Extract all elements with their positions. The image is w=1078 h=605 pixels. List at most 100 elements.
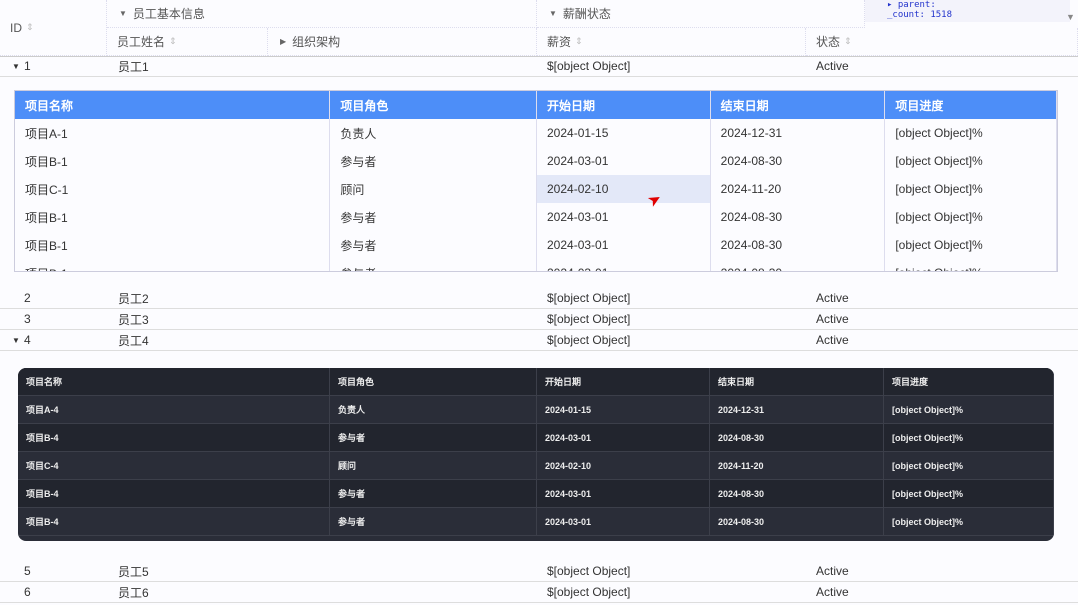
column-header[interactable]: 开始日期 — [537, 368, 710, 395]
row-id: 1 — [24, 59, 31, 73]
sub-table-row[interactable]: 项目B-4 参与者 2024-03-01 2024-08-30 [object Obje… — [18, 508, 1054, 536]
row-id: 4 — [24, 333, 31, 347]
column-header[interactable]: 结束日期 — [710, 368, 884, 395]
collapse-icon[interactable]: ▼ — [549, 9, 557, 18]
header-status[interactable]: 状态 ⇕ — [806, 28, 1078, 56]
cell: [object Object]% — [884, 424, 1054, 451]
row-status: Active — [816, 585, 849, 599]
cell: 2024-01-15 — [537, 396, 710, 423]
expand-icon[interactable]: ▶ — [280, 37, 286, 46]
row-salary: $[object Object] — [547, 291, 631, 305]
sub-table-row[interactable]: 项目C-4 顾问 2024-02-10 2024-11-20 [object Objec… — [18, 452, 1054, 480]
debug-line: _count: 1518 — [887, 10, 953, 20]
cell: 2024-08-30 — [710, 424, 884, 451]
collapse-icon[interactable]: ▼ — [119, 9, 127, 18]
table-row[interactable]: 2 员工2 $[object Object] Active — [0, 288, 1078, 309]
row-status: Active — [816, 333, 849, 347]
header-name[interactable]: 员工姓名 ⇕ — [107, 28, 268, 56]
sub-table-row[interactable]: 项目B-4 参与者 2024-03-01 2024-08-30 [object Obje… — [18, 424, 1054, 452]
group-basic-label: 员工基本信息 — [132, 7, 205, 21]
cell: 参与者 — [330, 508, 537, 535]
sort-icon[interactable]: ⇕ — [169, 36, 177, 47]
row-name: 员工5 — [118, 564, 149, 579]
cell: 2024-03-01 — [537, 508, 710, 535]
table-row[interactable]: 3 员工3 $[object Object] Active — [0, 309, 1078, 330]
column-header[interactable]: 项目进度 — [885, 91, 1057, 119]
sub-table-row[interactable]: 项目B-1参与者2024-03-012024-08-30[object Obje… — [15, 259, 1057, 271]
cell: 参与者 — [330, 259, 537, 271]
header-org[interactable]: ▶ 组织架构 — [268, 28, 537, 56]
cell: 2024-11-20 — [711, 175, 886, 203]
sort-icon[interactable]: ⇕ — [844, 36, 852, 47]
sub-table-row[interactable]: 项目B-1参与者2024-03-012024-08-30[object Obje… — [15, 147, 1057, 175]
header-org-label: 组织架构 — [292, 35, 341, 49]
cell: 2024-03-01 — [537, 480, 710, 507]
sort-icon[interactable]: ⇕ — [26, 22, 34, 33]
sub-table-row[interactable]: 项目B-1参与者2024-03-012024-08-30[object Obje… — [15, 203, 1057, 231]
cell: 项目B-4 — [18, 424, 330, 451]
expand-toggle-icon[interactable]: ▼ — [12, 62, 20, 71]
dropdown-icon[interactable]: ▼ — [1066, 12, 1075, 22]
column-header[interactable]: 项目名称 — [15, 91, 331, 119]
column-header[interactable]: 开始日期 — [537, 91, 711, 119]
cell: 2024-08-30 — [710, 508, 884, 535]
cell: [object Object]% — [885, 231, 1057, 259]
header-id-label: ID — [10, 20, 22, 35]
cell: 2024-08-30 — [711, 147, 886, 175]
cell: [object Object]% — [885, 119, 1057, 147]
cell: 2024-03-01 — [537, 147, 711, 175]
sub-table-row[interactable]: 项目A-1 负责人 2024-01-15 2024-12-31 [object Obje… — [15, 119, 1057, 147]
table-row[interactable]: 5 员工5 $[object Object] Active — [0, 561, 1078, 582]
cell: 2024-12-31 — [710, 396, 884, 423]
column-header[interactable]: 项目名称 — [18, 368, 330, 395]
debug-line: ▸ parent: — [887, 0, 936, 10]
cell: [object Object]% — [885, 203, 1057, 231]
table-row[interactable]: 6 员工6 $[object Object] Active — [0, 582, 1078, 603]
cell: 2024-08-30 — [711, 259, 886, 271]
cell: 2024-08-30 — [711, 231, 886, 259]
header-group-basic[interactable]: ▼ 员工基本信息 — [107, 0, 537, 28]
column-header[interactable]: 项目进度 — [884, 368, 1054, 395]
expand-toggle-icon[interactable]: ▼ — [12, 336, 20, 345]
cell: 2024-03-01 — [537, 231, 711, 259]
column-header[interactable]: 项目角色 — [330, 91, 537, 119]
sort-icon[interactable]: ⇕ — [575, 36, 583, 47]
sub-table-row[interactable]: 项目C-1 顾问 2024-02-10 2024-11-20 [object Objec… — [15, 175, 1057, 203]
cell: 顾问 — [330, 175, 537, 203]
header-id[interactable]: ID ⇕ — [0, 0, 107, 56]
cell: 参与者 — [330, 147, 537, 175]
header-group-salary[interactable]: ▼ 薪酬状态 — [537, 0, 865, 28]
table-row[interactable]: ▼ 1 员工1 $[object Object] Active — [0, 56, 1078, 77]
row-status: Active — [816, 564, 849, 578]
cell: 参与者 — [330, 203, 537, 231]
row-name: 员工2 — [118, 291, 149, 306]
cell: [object Object]% — [884, 508, 1054, 535]
cell: 项目B-1 — [15, 231, 331, 259]
cell: 2024-03-01 — [537, 424, 710, 451]
cell: 2024-02-10 — [537, 452, 710, 479]
sub-table-row[interactable]: 项目B-4 参与者 2024-03-01 2024-08-30 [object Obje… — [18, 480, 1054, 508]
cell: [object Object]% — [884, 396, 1054, 423]
cell: 负责人 — [330, 119, 537, 147]
sub-table-row[interactable]: 项目B-1参与者2024-03-012024-08-30[object Obje… — [15, 231, 1057, 259]
header-salary[interactable]: 薪资 ⇕ — [537, 28, 806, 56]
row-id: 3 — [24, 312, 31, 326]
group-salary-label: 薪酬状态 — [562, 7, 611, 21]
sub-table-employee-1: 项目名称 项目角色 开始日期 结束日期 项目进度 项目A-1 负责人 2024-01-15 20… — [14, 90, 1058, 272]
cell: [object Object]% — [885, 175, 1057, 203]
cell: 2024-02-10 — [537, 175, 711, 203]
row-name: 员工3 — [118, 312, 149, 327]
row-name: 员工1 — [118, 59, 149, 74]
row-name: 员工6 — [118, 585, 149, 600]
row-id: 6 — [24, 585, 31, 599]
column-header[interactable]: 项目角色 — [330, 368, 537, 395]
column-header[interactable]: 结束日期 — [710, 91, 886, 119]
sub-table-row[interactable]: 项目A-4 负责人 2024-01-15 2024-12-31 [object Obje… — [18, 396, 1054, 424]
table-row[interactable]: ▼ 4 员工4 $[object Object] Active — [0, 330, 1078, 351]
row-salary: $[object Object] — [547, 59, 631, 73]
cell: [object Object]% — [885, 147, 1057, 175]
cell: 2024-01-15 — [537, 119, 711, 147]
cell: 项目A-1 — [15, 119, 331, 147]
cell: 负责人 — [330, 396, 537, 423]
row-name: 员工4 — [118, 333, 149, 348]
